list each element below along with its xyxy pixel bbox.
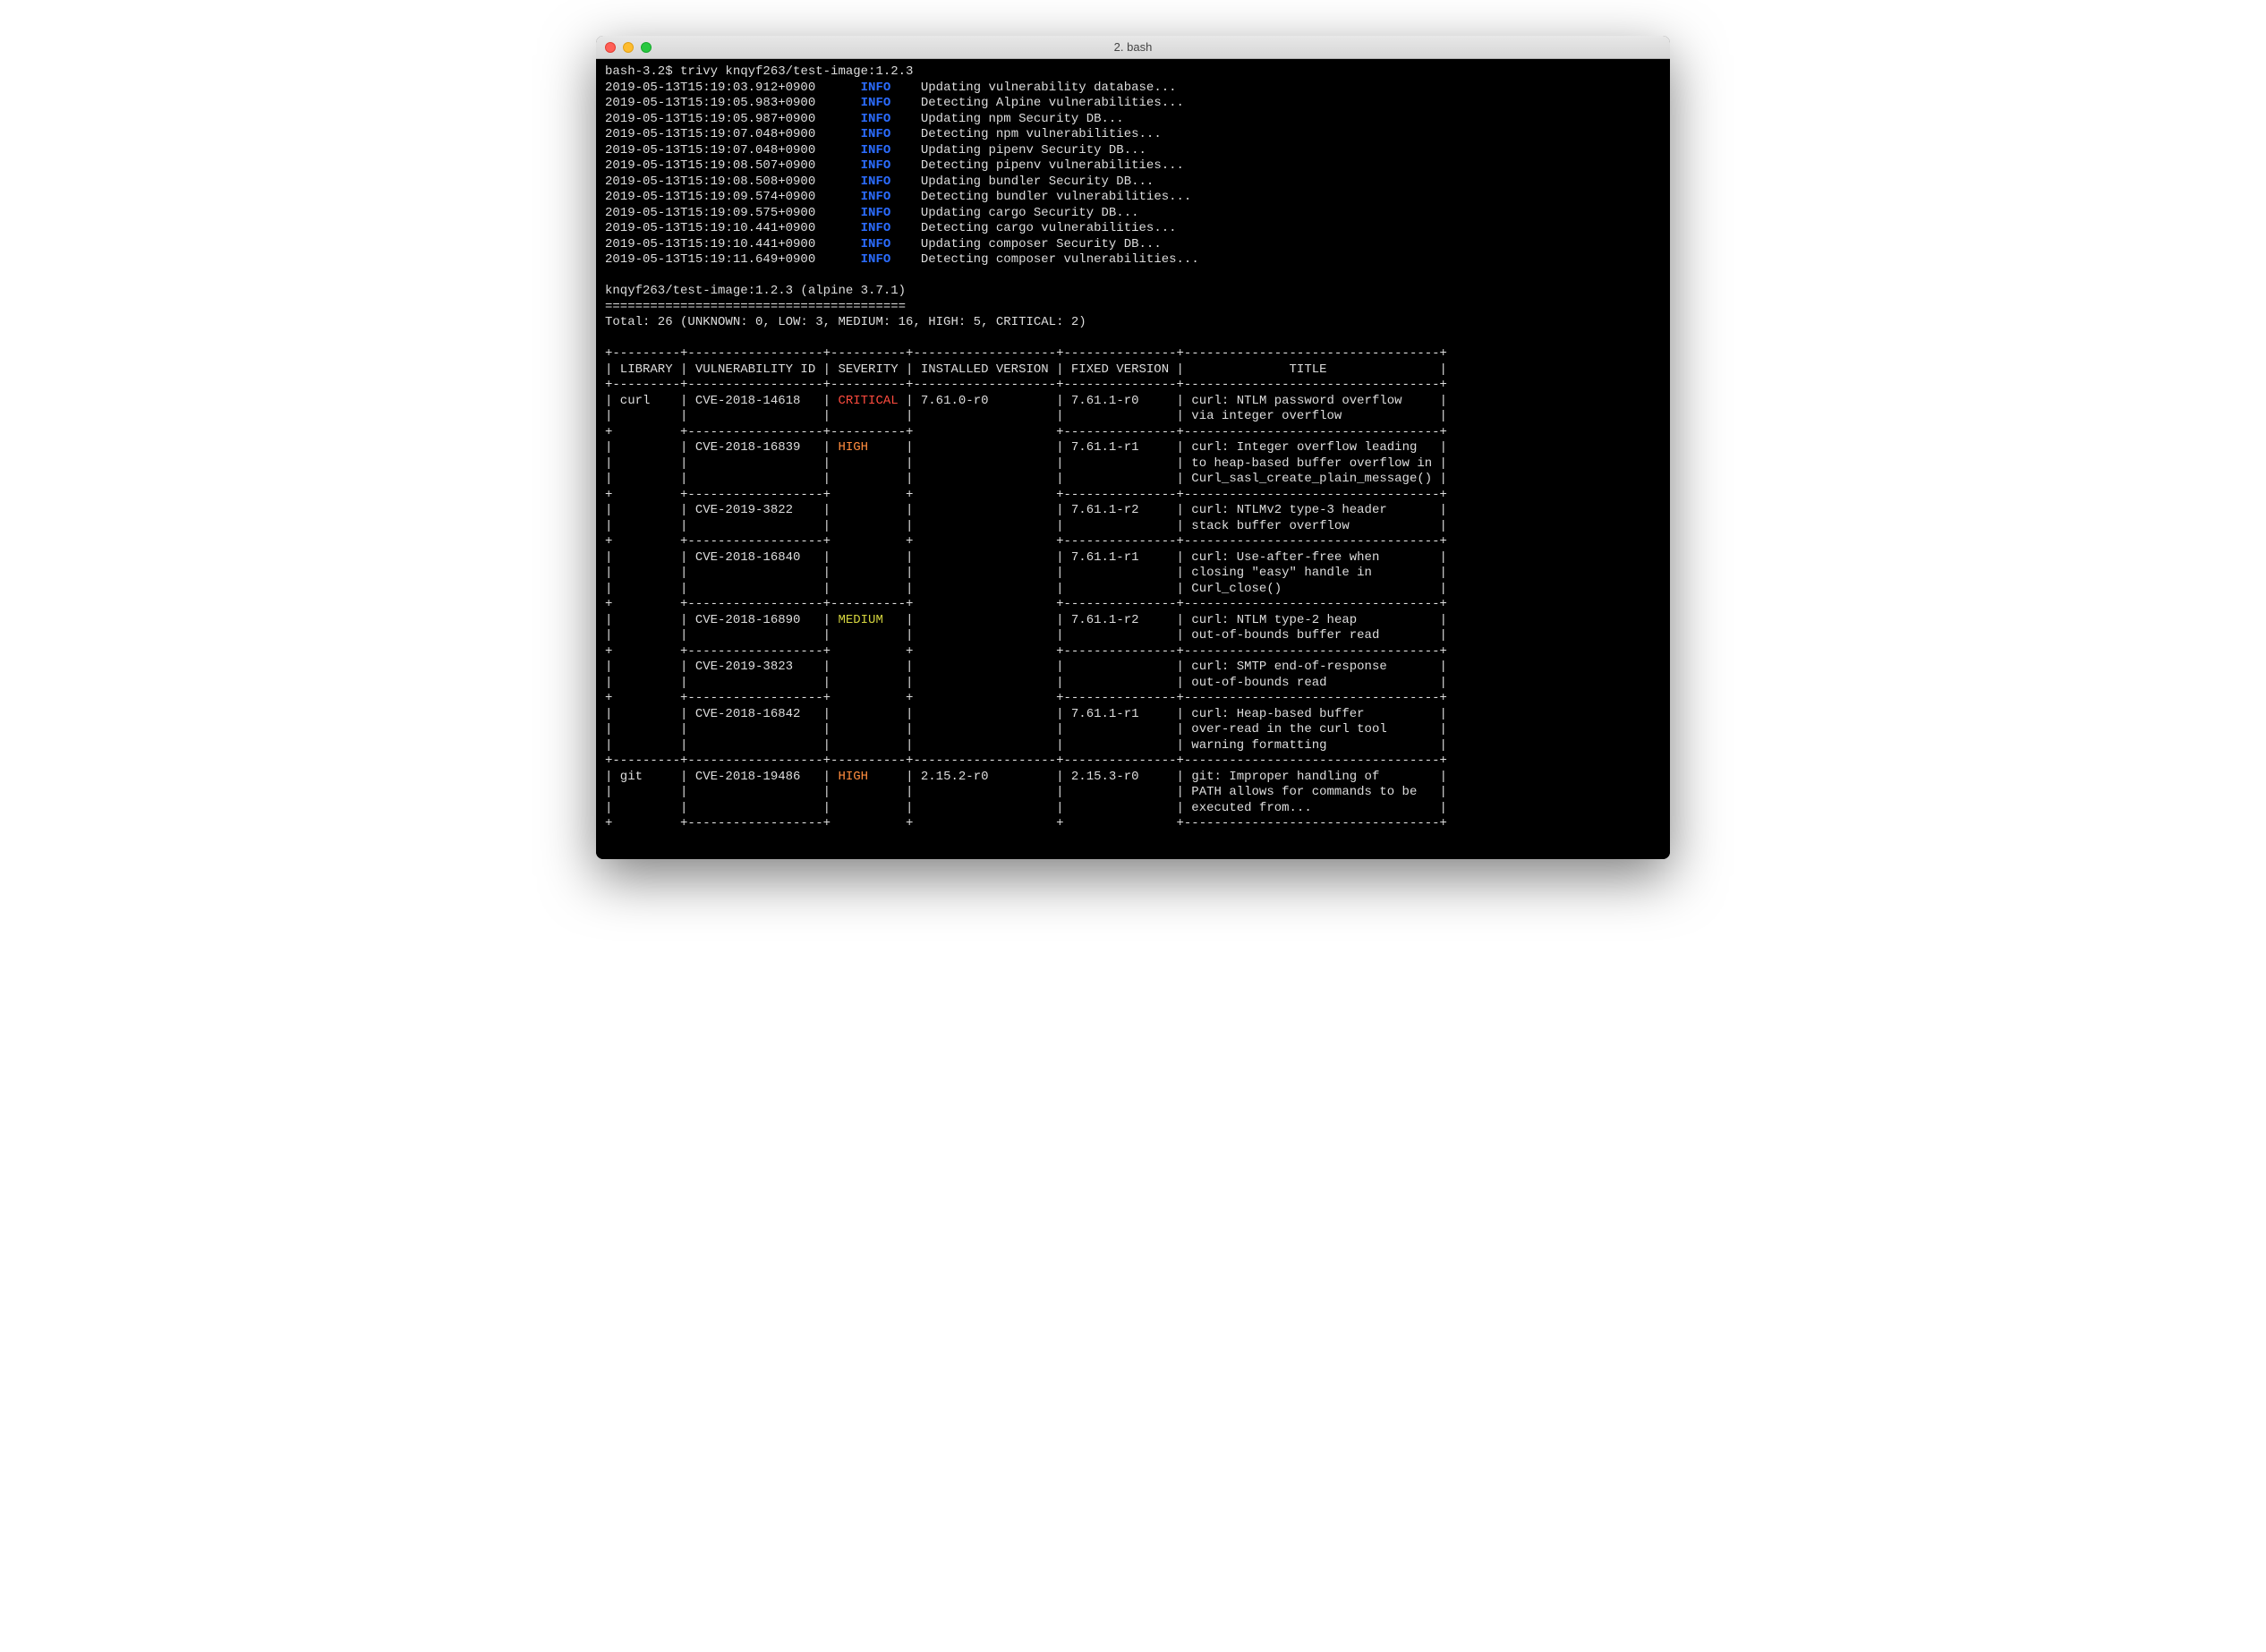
severity-critical: CRITICAL	[838, 394, 906, 408]
table-row: | | CVE-2018-16839 | HIGH | | 7.61.1-r1 …	[605, 440, 1447, 455]
table-row: | | | | | | executed from... |	[605, 801, 1447, 815]
table-border: + +------------------+ + +--------------…	[605, 488, 1447, 502]
table-row: | | CVE-2019-3822 | | | 7.61.1-r2 | curl…	[605, 503, 1447, 517]
table-row: | git | CVE-2018-19486 | HIGH | 2.15.2-r…	[605, 770, 1447, 784]
terminal-window: 2. bash bash-3.2$ trivy knqyf263/test-im…	[596, 36, 1670, 859]
table-border: + +------------------+ + +--------------…	[605, 691, 1447, 705]
log-timestamp: 2019-05-13T15:19:10.441+0900	[605, 237, 831, 251]
table-border: +---------+------------------+----------…	[605, 754, 1447, 768]
close-icon[interactable]	[605, 42, 616, 53]
minimize-icon[interactable]	[623, 42, 634, 53]
table-row: | | CVE-2018-16842 | | | 7.61.1-r1 | cur…	[605, 707, 1447, 721]
log-timestamp: 2019-05-13T15:19:07.048+0900	[605, 127, 831, 141]
table-border: + +------------------+ + + +------------…	[605, 816, 1447, 830]
log-timestamp: 2019-05-13T15:19:11.649+0900	[605, 252, 831, 267]
table-row: | | | | | | to heap-based buffer overflo…	[605, 456, 1447, 471]
log-message: Updating bundler Security DB...	[921, 175, 1154, 189]
table-row: | | | | | | over-read in the curl tool |	[605, 722, 1447, 737]
zoom-icon[interactable]	[641, 42, 652, 53]
log-level: INFO	[861, 81, 891, 95]
table-row: | | | | | | warning formatting |	[605, 738, 1447, 753]
log-level: INFO	[861, 112, 891, 126]
log-timestamp: 2019-05-13T15:19:05.983+0900	[605, 96, 831, 110]
command-text: trivy knqyf263/test-image:1.2.3	[680, 64, 913, 79]
log-message: Updating cargo Security DB...	[921, 206, 1139, 220]
log-timestamp: 2019-05-13T15:19:05.987+0900	[605, 112, 831, 126]
log-message: Updating composer Security DB...	[921, 237, 1162, 251]
log-level: INFO	[861, 143, 891, 158]
log-level: INFO	[861, 158, 891, 173]
log-message: Detecting Alpine vulnerabilities...	[921, 96, 1184, 110]
window-title: 2. bash	[596, 40, 1670, 54]
log-message: Detecting pipenv vulnerabilities...	[921, 158, 1184, 173]
table-border: + +------------------+ + +--------------…	[605, 644, 1447, 659]
table-border: + +------------------+ + +--------------…	[605, 534, 1447, 549]
log-timestamp: 2019-05-13T15:19:09.574+0900	[605, 190, 831, 204]
log-level: INFO	[861, 237, 891, 251]
log-message: Updating npm Security DB...	[921, 112, 1124, 126]
table-border: +---------+------------------+----------…	[605, 378, 1447, 392]
traffic-lights	[605, 42, 652, 53]
log-timestamp: 2019-05-13T15:19:08.508+0900	[605, 175, 831, 189]
log-timestamp: 2019-05-13T15:19:08.507+0900	[605, 158, 831, 173]
shell-prompt: bash-3.2$	[605, 64, 680, 79]
table-row: | | | | | | out-of-bounds read |	[605, 676, 1447, 690]
table-border: + +------------------+----------+ +-----…	[605, 425, 1447, 439]
log-level: INFO	[861, 221, 891, 235]
table-row: | | CVE-2019-3823 | | | | curl: SMTP end…	[605, 660, 1447, 674]
log-level: INFO	[861, 96, 891, 110]
report-header-underline: ========================================	[605, 300, 906, 314]
log-level: INFO	[861, 127, 891, 141]
table-row: | | | | | | Curl_sasl_create_plain_messa…	[605, 472, 1447, 486]
table-row: | | | | | | stack buffer overflow |	[605, 519, 1447, 533]
severity-high: HIGH	[838, 440, 906, 455]
log-timestamp: 2019-05-13T15:19:09.575+0900	[605, 206, 831, 220]
table-row: | | | | | | out-of-bounds buffer read |	[605, 628, 1447, 643]
titlebar: 2. bash	[596, 36, 1670, 59]
log-level: INFO	[861, 206, 891, 220]
table-row: | | | | | | PATH allows for commands to …	[605, 785, 1447, 799]
log-level: INFO	[861, 190, 891, 204]
table-row: | | CVE-2018-16890 | MEDIUM | | 7.61.1-r…	[605, 613, 1447, 627]
log-level: INFO	[861, 252, 891, 267]
table-header-row: | LIBRARY | VULNERABILITY ID | SEVERITY …	[605, 362, 1447, 377]
totals-line: Total: 26 (UNKNOWN: 0, LOW: 3, MEDIUM: 1…	[605, 315, 1086, 329]
table-row: | | | | | | closing "easy" handle in |	[605, 566, 1447, 580]
log-message: Detecting npm vulnerabilities...	[921, 127, 1162, 141]
severity-medium: MEDIUM	[838, 613, 906, 627]
log-timestamp: 2019-05-13T15:19:10.441+0900	[605, 221, 831, 235]
table-row: | | CVE-2018-16840 | | | 7.61.1-r1 | cur…	[605, 550, 1447, 565]
log-message: Detecting bundler vulnerabilities...	[921, 190, 1191, 204]
terminal-body[interactable]: bash-3.2$ trivy knqyf263/test-image:1.2.…	[596, 59, 1670, 859]
table-row: | curl | CVE-2018-14618 | CRITICAL | 7.6…	[605, 394, 1447, 408]
log-message: Updating vulnerability database...	[921, 81, 1177, 95]
log-message: Detecting cargo vulnerabilities...	[921, 221, 1177, 235]
severity-high: HIGH	[838, 770, 906, 784]
table-row: | | | | | | via integer overflow |	[605, 409, 1447, 423]
log-timestamp: 2019-05-13T15:19:03.912+0900	[605, 81, 831, 95]
log-message: Updating pipenv Security DB...	[921, 143, 1146, 158]
log-level: INFO	[861, 175, 891, 189]
table-border: +---------+------------------+----------…	[605, 346, 1447, 361]
log-timestamp: 2019-05-13T15:19:07.048+0900	[605, 143, 831, 158]
report-header: knqyf263/test-image:1.2.3 (alpine 3.7.1)	[605, 284, 906, 298]
table-row: | | | | | | Curl_close() |	[605, 582, 1447, 596]
table-border: + +------------------+----------+ +-----…	[605, 597, 1447, 611]
log-message: Detecting composer vulnerabilities...	[921, 252, 1199, 267]
